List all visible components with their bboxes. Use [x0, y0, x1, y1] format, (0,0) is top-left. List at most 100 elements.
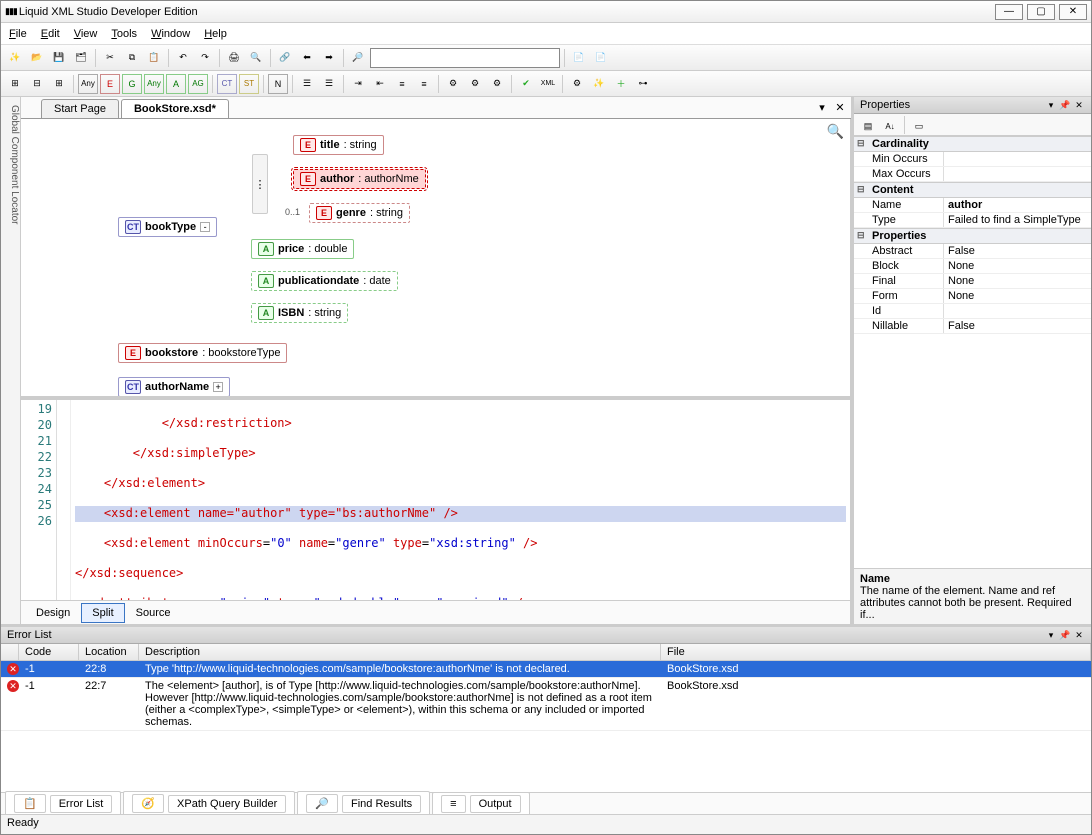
az-sort-icon[interactable]: A↓: [880, 116, 900, 136]
opt3-icon[interactable]: ⚙: [487, 74, 507, 94]
tree2-icon[interactable]: ⊟: [27, 74, 47, 94]
node-publicationdate[interactable]: A publicationdate : date: [251, 271, 398, 291]
code-editor[interactable]: 1920212223242526 </xsd:restriction> </xs…: [21, 399, 850, 600]
any2-icon[interactable]: Any: [144, 74, 164, 94]
node-author[interactable]: E author : authorNme: [293, 169, 426, 189]
prop-abstract[interactable]: AbstractFalse: [854, 244, 1091, 259]
mode-design[interactable]: Design: [25, 603, 81, 623]
forward-icon[interactable]: ➡: [319, 48, 339, 68]
validate-icon[interactable]: ✔: [516, 74, 536, 94]
copy-icon[interactable]: ⧉: [122, 48, 142, 68]
node-authorname[interactable]: CT authorName +: [118, 377, 230, 397]
error-row[interactable]: ✕ -1 22:8 Type 'http://www.liquid-techno…: [1, 661, 1091, 678]
g-icon[interactable]: G: [122, 74, 142, 94]
categorized-icon[interactable]: ▤: [858, 116, 878, 136]
properties-grid[interactable]: Cardinality Min Occurs Max Occurs Conten…: [854, 136, 1091, 568]
align2-icon[interactable]: ≡: [414, 74, 434, 94]
schema-canvas[interactable]: 🔍 CT bookType - ⋮ E title : string: [21, 119, 850, 399]
tree1-icon[interactable]: ⊞: [5, 74, 25, 94]
prop-cat-content[interactable]: Content: [854, 182, 1091, 198]
pin-icon[interactable]: 📌: [1059, 630, 1071, 641]
node-price[interactable]: A price : double: [251, 239, 354, 259]
prop-nillable[interactable]: NillableFalse: [854, 319, 1091, 334]
node-isbn[interactable]: A ISBN : string: [251, 303, 348, 323]
prop-pages-icon[interactable]: ▭: [909, 116, 929, 136]
any-icon[interactable]: Any: [78, 74, 98, 94]
panel-menu-icon[interactable]: ▾: [1045, 100, 1057, 111]
panel-close-icon[interactable]: ✕: [1073, 100, 1085, 111]
fold-gutter[interactable]: [57, 400, 71, 600]
expand-icon[interactable]: -: [200, 222, 210, 232]
tab-start-page[interactable]: Start Page: [41, 99, 119, 118]
tree3-icon[interactable]: ⊞: [49, 74, 69, 94]
error-grid[interactable]: Code Location Description File ✕ -1 22:8…: [1, 644, 1091, 792]
outdent-icon[interactable]: ⇤: [370, 74, 390, 94]
preview-icon[interactable]: 🔍: [246, 48, 266, 68]
tab-menu-icon[interactable]: ▾: [815, 101, 829, 115]
undo-icon[interactable]: ↶: [173, 48, 193, 68]
expand-icon[interactable]: +: [213, 382, 223, 392]
indent-icon[interactable]: ⇥: [348, 74, 368, 94]
tab-xpath[interactable]: 🧭XPath Query Builder: [123, 791, 295, 816]
open-icon[interactable]: 📂: [27, 48, 47, 68]
tab-error-list[interactable]: 📋Error List: [5, 791, 121, 816]
address-combo[interactable]: [370, 48, 560, 68]
prop-final[interactable]: FinalNone: [854, 274, 1091, 289]
prop-form[interactable]: FormNone: [854, 289, 1091, 304]
panel-menu-icon[interactable]: ▾: [1045, 630, 1057, 641]
prop-id[interactable]: Id: [854, 304, 1091, 319]
back-icon[interactable]: ⬅: [297, 48, 317, 68]
link-icon[interactable]: 🔗: [275, 48, 295, 68]
zoom-icon[interactable]: 🔍: [827, 123, 844, 140]
menu-view[interactable]: View: [74, 28, 98, 40]
minimize-button[interactable]: —: [995, 4, 1023, 20]
print-icon[interactable]: 🖨: [224, 48, 244, 68]
opt2-icon[interactable]: ⚙: [465, 74, 485, 94]
gear-icon[interactable]: ⚙: [567, 74, 587, 94]
saveall-icon[interactable]: 🗂: [71, 48, 91, 68]
doc1-icon[interactable]: 📄: [569, 48, 589, 68]
menu-tools[interactable]: Tools: [111, 28, 137, 40]
prop-name[interactable]: Nameauthor: [854, 198, 1091, 213]
prop-block[interactable]: BlockNone: [854, 259, 1091, 274]
n-icon[interactable]: N: [268, 74, 288, 94]
a-icon[interactable]: A: [166, 74, 186, 94]
wand-icon[interactable]: ✨: [589, 74, 609, 94]
align1-icon[interactable]: ≡: [392, 74, 412, 94]
pin-icon[interactable]: 📌: [1059, 100, 1071, 111]
tab-find-results[interactable]: 🔎Find Results: [297, 791, 430, 816]
sequence-connector[interactable]: ⋮: [252, 154, 268, 214]
menu-edit[interactable]: Edit: [41, 28, 60, 40]
tab-close-icon[interactable]: ✕: [833, 101, 847, 115]
layout1-icon[interactable]: ☰: [297, 74, 317, 94]
new-icon[interactable]: ✨: [5, 48, 25, 68]
cut-icon[interactable]: ✂: [100, 48, 120, 68]
st-icon[interactable]: ST: [239, 74, 259, 94]
node-genre[interactable]: E genre : string: [309, 203, 410, 223]
prop-minoccurs[interactable]: Min Occurs: [854, 152, 1091, 167]
prop-type[interactable]: TypeFailed to find a SimpleType: [854, 213, 1091, 228]
ag-icon[interactable]: AG: [188, 74, 208, 94]
node-booktype[interactable]: CT bookType -: [118, 217, 217, 237]
find-icon[interactable]: 🔎: [348, 48, 368, 68]
global-component-locator-strip[interactable]: Global Component Locator: [1, 97, 21, 624]
mode-split[interactable]: Split: [81, 603, 124, 623]
paste-icon[interactable]: 📋: [144, 48, 164, 68]
xml-icon[interactable]: XML: [538, 74, 558, 94]
redo-icon[interactable]: ↷: [195, 48, 215, 68]
maximize-button[interactable]: ▢: [1027, 4, 1055, 20]
ct-icon[interactable]: CT: [217, 74, 237, 94]
menu-help[interactable]: Help: [204, 28, 227, 40]
tab-bookstore-xsd[interactable]: BookStore.xsd*: [121, 99, 229, 118]
menu-file[interactable]: File: [9, 28, 27, 40]
menu-window[interactable]: Window: [151, 28, 190, 40]
prop-cat-cardinality[interactable]: Cardinality: [854, 136, 1091, 152]
relations-icon[interactable]: ⊶: [633, 74, 653, 94]
panel-close-icon[interactable]: ✕: [1073, 630, 1085, 641]
opt1-icon[interactable]: ⚙: [443, 74, 463, 94]
e-icon[interactable]: E: [100, 74, 120, 94]
add-icon[interactable]: ＋: [611, 74, 631, 94]
mode-source[interactable]: Source: [125, 603, 182, 623]
node-title[interactable]: E title : string: [293, 135, 384, 155]
prop-maxoccurs[interactable]: Max Occurs: [854, 167, 1091, 182]
